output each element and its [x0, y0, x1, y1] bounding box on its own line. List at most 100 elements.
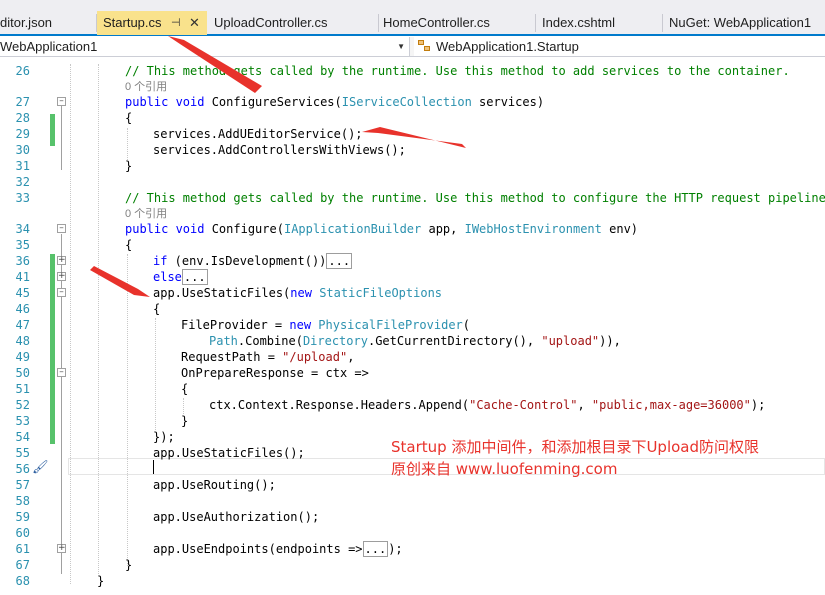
tab-label: Startup.cs	[103, 15, 162, 30]
collapse-icon[interactable]: –	[57, 288, 66, 297]
code-line: app.UseStaticFiles();	[153, 446, 305, 460]
code-line: OnPrepareResponse = ctx =>	[181, 366, 369, 380]
line-number: 45	[15, 286, 30, 300]
annotation-text: 原创来自 www.luofenming.com	[391, 460, 618, 478]
tab-startup-cs[interactable]: Startup.cs ⊣ ✕	[97, 11, 207, 35]
collapse-icon[interactable]: –	[57, 224, 66, 233]
quick-actions-brush-icon[interactable]: 🖌	[32, 460, 49, 475]
line-number: 52	[15, 398, 30, 412]
line-number: 46	[15, 302, 30, 316]
code-line: // This method gets called by the runtim…	[125, 191, 825, 205]
line-number: 49	[15, 350, 30, 364]
code-line: app.UseStaticFiles(new StaticFileOptions	[153, 286, 443, 300]
line-number: 58	[15, 494, 30, 508]
project-dropdown[interactable]: WebApplication1 ▼	[0, 37, 410, 56]
line-number: 60	[15, 526, 30, 540]
tab-homecontroller-cs[interactable]: HomeController.cs	[379, 11, 535, 35]
code-line: services.AddUEditorService();	[153, 127, 363, 141]
line-number: 54	[15, 430, 30, 444]
collapsed-block[interactable]: ...	[181, 269, 208, 285]
project-name: WebApplication1	[0, 39, 98, 54]
outline-line	[61, 234, 62, 574]
change-indicator	[50, 254, 55, 444]
indent-guide	[183, 398, 184, 414]
code-line: {	[125, 111, 133, 125]
indent-guide	[70, 64, 71, 584]
indent-guide	[127, 128, 128, 160]
expand-icon[interactable]: +	[57, 544, 66, 553]
tab-label: Index.cshtml	[542, 15, 615, 30]
code-line: }	[125, 159, 133, 173]
expand-icon[interactable]: +	[57, 256, 66, 265]
collapse-icon[interactable]: –	[57, 368, 66, 377]
line-number: 41	[15, 270, 30, 284]
code-line: {	[153, 302, 161, 316]
tab-label: ditor.json	[0, 15, 53, 30]
outline-line	[61, 106, 62, 170]
line-number: 51	[15, 382, 30, 396]
line-number: 26	[15, 64, 30, 78]
code-line: RequestPath = "/upload",	[181, 350, 355, 364]
code-line: // This method gets called by the runtim…	[125, 64, 790, 78]
code-line: }	[125, 558, 133, 572]
code-line: }	[97, 574, 105, 588]
close-icon[interactable]: ✕	[189, 11, 200, 35]
code-line: app.UseEndpoints(endpoints =>...);	[153, 541, 403, 557]
code-line: });	[153, 430, 175, 444]
class-dropdown[interactable]: WebApplication1.Startup	[414, 37, 825, 56]
code-line: services.AddControllersWithViews();	[153, 143, 406, 157]
code-line: app.UseRouting();	[153, 478, 276, 492]
chevron-down-icon: ▼	[397, 42, 405, 51]
indent-guide	[155, 318, 156, 430]
document-tab-bar: ditor.json Startup.cs ⊣ ✕ UploadControll…	[0, 0, 825, 36]
tab-index-cshtml[interactable]: Index.cshtml	[536, 11, 662, 35]
code-line: Path.Combine(Directory.GetCurrentDirecto…	[209, 334, 621, 348]
change-indicator	[50, 114, 55, 146]
code-line: }	[181, 414, 189, 428]
pin-icon[interactable]: ⊣	[171, 11, 181, 35]
line-number: 68	[15, 574, 30, 588]
line-number: 53	[15, 414, 30, 428]
navigation-bar: WebApplication1 ▼ WebApplication1.Startu…	[0, 37, 825, 57]
line-number: 50	[15, 366, 30, 380]
expand-icon[interactable]: +	[57, 272, 66, 281]
code-line: app.UseAuthorization();	[153, 510, 320, 524]
code-line: {	[181, 382, 189, 396]
tab-editor-json[interactable]: ditor.json	[0, 11, 96, 35]
line-number: 47	[15, 318, 30, 332]
collapsed-block[interactable]: ...	[326, 253, 353, 269]
line-number: 36	[15, 254, 30, 268]
tab-label: HomeController.cs	[383, 15, 490, 30]
annotation-text: Startup 添加中间件，和添加根目录下Upload防问权限	[391, 438, 759, 456]
codelens-references[interactable]: 0 个引用	[125, 79, 167, 95]
line-number: 32	[15, 175, 30, 189]
collapsed-block[interactable]: ...	[362, 541, 389, 557]
code-line: public void Configure(IApplicationBuilde…	[125, 222, 639, 236]
text-caret	[153, 460, 154, 474]
tab-uploadcontroller-cs[interactable]: UploadController.cs	[208, 11, 378, 35]
line-number: 61	[15, 542, 30, 556]
line-number: 59	[15, 510, 30, 524]
tab-nuget-webapplication1[interactable]: NuGet: WebApplication1	[663, 11, 825, 35]
line-number: 29	[15, 127, 30, 141]
collapse-icon[interactable]: –	[57, 97, 66, 106]
codelens-references[interactable]: 0 个引用	[125, 206, 167, 222]
line-number: 31	[15, 159, 30, 173]
line-number: 48	[15, 334, 30, 348]
line-number: 28	[15, 111, 30, 125]
line-number: 67	[15, 558, 30, 572]
code-line: ctx.Context.Response.Headers.Append("Cac…	[209, 398, 766, 412]
indent-guide	[98, 64, 99, 574]
code-line: else...	[153, 269, 208, 285]
code-line: if (env.IsDevelopment())...	[153, 253, 353, 269]
code-line: public void ConfigureServices(IServiceCo…	[125, 95, 545, 109]
code-line: {	[125, 238, 133, 252]
line-number: 56	[15, 462, 30, 476]
line-number: 30	[15, 143, 30, 157]
line-number: 33	[15, 191, 30, 205]
line-number: 57	[15, 478, 30, 492]
line-number: 55	[15, 446, 30, 460]
line-number: 34	[15, 222, 30, 236]
class-icon	[418, 40, 432, 52]
line-number: 35	[15, 238, 30, 252]
